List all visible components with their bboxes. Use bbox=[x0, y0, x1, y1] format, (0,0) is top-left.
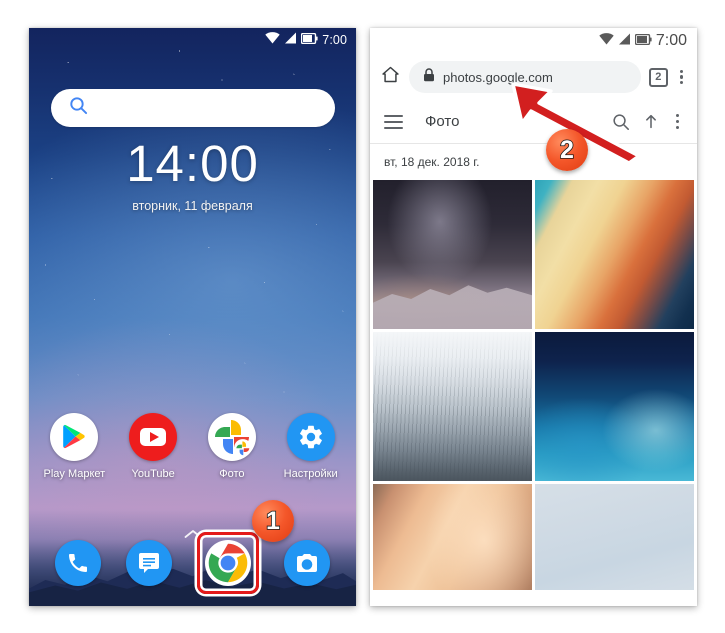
chrome-dock-slot[interactable] bbox=[196, 532, 259, 594]
clock-time: 14:00 bbox=[126, 135, 259, 192]
kebab-menu-icon[interactable] bbox=[672, 112, 683, 131]
battery-icon bbox=[301, 31, 318, 49]
left-phone-screen: 7:00 14:00 вторник, 11 февраля Play Марк… bbox=[29, 28, 356, 606]
kebab-menu-icon[interactable] bbox=[676, 68, 687, 87]
right-status-bar: 7:00 bbox=[370, 28, 697, 54]
photo-thumbnail[interactable] bbox=[535, 332, 694, 481]
home-icon[interactable] bbox=[380, 64, 401, 90]
photos-app-title: Фото bbox=[425, 113, 460, 130]
photos-grid bbox=[370, 180, 697, 606]
photo-thumbnail[interactable] bbox=[373, 484, 532, 606]
step-badge-1: 1 bbox=[252, 500, 294, 542]
app-photos[interactable]: Фото bbox=[196, 413, 268, 480]
app-label: Фото bbox=[219, 468, 245, 480]
home-dock bbox=[29, 532, 356, 594]
settings-gear-icon bbox=[286, 413, 335, 461]
camera-icon[interactable] bbox=[283, 540, 330, 586]
signal-icon bbox=[284, 31, 297, 49]
home-app-row: Play Маркет YouTube Фото Настройки bbox=[35, 413, 350, 480]
right-status-time: 7:00 bbox=[655, 32, 687, 49]
signal-icon bbox=[618, 32, 631, 50]
photo-thumbnail[interactable] bbox=[373, 332, 532, 481]
photo-thumbnail[interactable] bbox=[373, 180, 532, 329]
play-store-icon bbox=[50, 413, 99, 461]
left-status-bar: 7:00 bbox=[29, 28, 356, 52]
photo-thumbnail[interactable] bbox=[535, 180, 694, 329]
photo-thumbnail[interactable] bbox=[535, 484, 694, 606]
app-play-market[interactable]: Play Маркет bbox=[38, 413, 110, 480]
search-icon bbox=[69, 96, 88, 120]
messages-icon[interactable] bbox=[126, 540, 173, 586]
lock-icon bbox=[423, 67, 435, 87]
wifi-icon bbox=[599, 32, 614, 50]
app-settings[interactable]: Настройки bbox=[275, 413, 347, 480]
google-search-bar[interactable] bbox=[51, 89, 335, 127]
youtube-icon bbox=[129, 413, 178, 461]
hamburger-menu-icon[interactable] bbox=[384, 114, 403, 129]
clock-widget[interactable]: 14:00 вторник, 11 февраля bbox=[29, 138, 356, 213]
phone-icon[interactable] bbox=[55, 540, 102, 586]
screenshot-canvas: 7:00 14:00 вторник, 11 февраля Play Марк… bbox=[0, 0, 725, 633]
app-label: Play Маркет bbox=[43, 468, 106, 480]
step-badge-2: 2 bbox=[546, 129, 588, 171]
clock-date: вторник, 11 февраля bbox=[132, 199, 253, 213]
left-status-time: 7:00 bbox=[322, 33, 347, 47]
app-label: YouTube bbox=[131, 468, 175, 480]
tab-count-button[interactable]: 2 bbox=[648, 67, 668, 87]
highlight-box bbox=[196, 532, 259, 594]
wifi-icon bbox=[265, 31, 280, 49]
app-youtube[interactable]: YouTube bbox=[117, 413, 189, 480]
battery-icon bbox=[634, 32, 652, 50]
google-photos-icon bbox=[207, 413, 256, 461]
photos-grid-viewport[interactable] bbox=[370, 180, 697, 606]
grid-bottom-edge bbox=[370, 590, 697, 606]
app-label: Настройки bbox=[283, 468, 338, 480]
